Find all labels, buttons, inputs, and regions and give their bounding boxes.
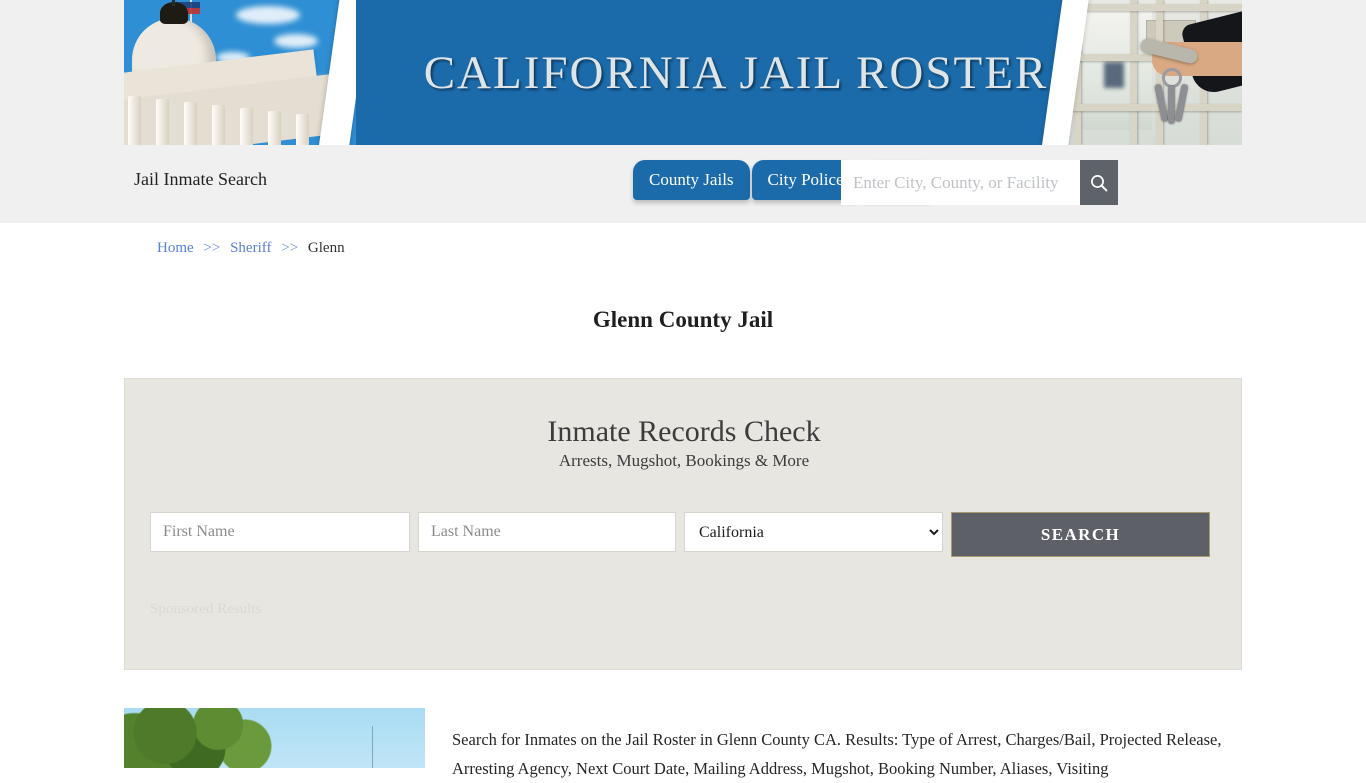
brand-label: Jail Inmate Search bbox=[134, 169, 267, 189]
header-search-input[interactable] bbox=[841, 160, 1080, 205]
first-name-input[interactable] bbox=[150, 512, 410, 552]
search-button[interactable]: SEARCH bbox=[951, 512, 1210, 557]
panel-heading: Inmate Records Check bbox=[547, 415, 821, 448]
page-title: Glenn County Jail bbox=[592, 307, 774, 333]
nav-tab-county-jails[interactable]: County Jails bbox=[633, 160, 750, 200]
state-select[interactable]: California bbox=[684, 512, 943, 552]
inmate-search-form: California SEARCH bbox=[150, 512, 1218, 557]
tree-graphic bbox=[124, 708, 298, 768]
last-name-input[interactable] bbox=[418, 512, 676, 552]
site-title: CALIFORNIA JAIL ROSTER bbox=[423, 46, 1049, 99]
jail-thumbnail-image[interactable] bbox=[124, 708, 425, 768]
breadcrumb-item-sheriff[interactable]: Sheriff bbox=[230, 240, 271, 256]
site-masthead: CALIFORNIA JAIL ROSTER bbox=[124, 0, 1242, 145]
breadcrumb-separator: >> bbox=[203, 240, 221, 256]
breadcrumb-separator: >> bbox=[281, 240, 299, 256]
header-search bbox=[841, 160, 1118, 205]
panel-subheading: Arrests, Mugshot, Bookings & More bbox=[558, 451, 810, 470]
search-icon bbox=[1091, 174, 1108, 191]
breadcrumb: Home >> Sheriff >> Glenn bbox=[157, 240, 345, 257]
breadcrumb-item-current: Glenn bbox=[307, 240, 345, 256]
facility-description: Search for Inmates on the Jail Roster in… bbox=[452, 729, 1222, 778]
jail-door-photo bbox=[1068, 0, 1242, 145]
breadcrumb-item-home[interactable]: Home bbox=[157, 240, 194, 256]
inmate-records-check-panel: Inmate Records Check Arrests, Mugshot, B… bbox=[124, 378, 1242, 670]
header-search-button[interactable] bbox=[1080, 160, 1118, 205]
antenna-graphic bbox=[372, 726, 373, 768]
sponsored-results-label: Sponsored Results bbox=[150, 601, 262, 617]
